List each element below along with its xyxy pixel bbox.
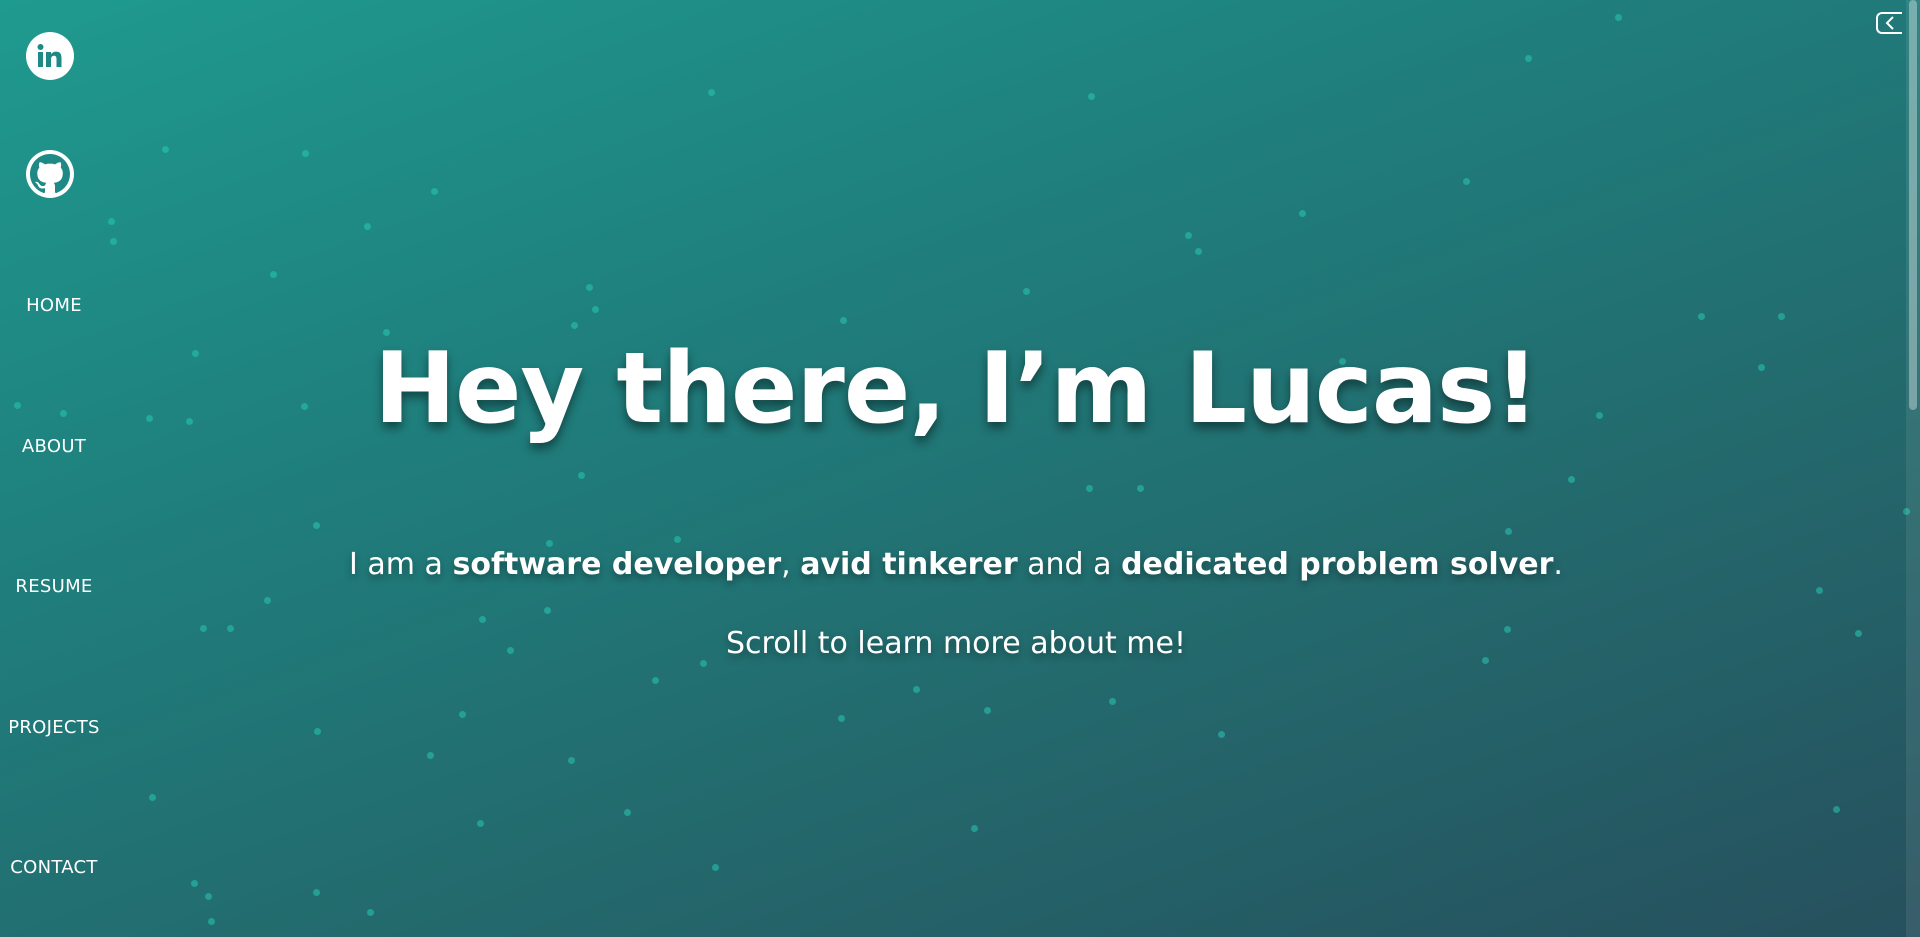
chevron-left-icon [1885, 16, 1894, 30]
particle-dot [1299, 210, 1306, 217]
particle-dot [1109, 698, 1116, 705]
particle-dot [1855, 630, 1862, 637]
nav-projects[interactable]: PROJECTS [0, 717, 108, 738]
hero-title: Hey there, I’m Lucas! [373, 332, 1539, 446]
github-icon [30, 154, 70, 194]
particle-dot [1218, 731, 1225, 738]
particle-dot [708, 89, 715, 96]
particle-dot [1185, 232, 1192, 239]
subtitle-prefix: I am a [349, 547, 453, 582]
particle-dot [477, 820, 484, 827]
sidebar: HOME ABOUT RESUME PROJECTS CONTACT [0, 0, 108, 937]
particle-dot [571, 322, 578, 329]
linkedin-icon [37, 44, 62, 67]
particle-dot [479, 616, 486, 623]
particle-dot [1086, 485, 1093, 492]
particle-dot [459, 711, 466, 718]
particle-dot [367, 909, 374, 916]
collapse-button[interactable] [1876, 12, 1902, 34]
particle-dot [264, 597, 271, 604]
role-problem-solver: dedicated problem solver [1121, 547, 1554, 582]
particle-dot [913, 686, 920, 693]
particle-dot [1833, 806, 1840, 813]
particle-dot [302, 150, 309, 157]
particle-dot [1615, 14, 1622, 21]
particle-dot [971, 825, 978, 832]
linkedin-link[interactable] [26, 32, 74, 80]
particle-dot [984, 707, 991, 714]
particle-dot [270, 271, 277, 278]
subtitle-suffix: . [1553, 547, 1563, 582]
subtitle-sep1: , [781, 547, 801, 582]
scrollbar-thumb[interactable] [1909, 0, 1917, 410]
particle-dot [624, 809, 631, 816]
particle-dot [191, 880, 198, 887]
scroll-hint: Scroll to learn more about me! [725, 626, 1186, 661]
particle-dot [314, 728, 321, 735]
page-scrollbar[interactable] [1906, 0, 1920, 937]
particle-dot [592, 306, 599, 313]
particle-dot [1698, 313, 1705, 320]
particle-dot [108, 218, 115, 225]
nav-home[interactable]: HOME [0, 295, 108, 316]
particle-dot [1463, 178, 1470, 185]
particle-dot [1195, 248, 1202, 255]
particle-dot [1525, 55, 1532, 62]
particle-dot [313, 889, 320, 896]
subtitle-sep2: and a [1017, 547, 1122, 582]
particle-dot [544, 607, 551, 614]
particle-dot [1505, 528, 1512, 535]
particle-dot [1023, 288, 1030, 295]
particle-dot [1088, 93, 1095, 100]
nav-contact[interactable]: CONTACT [0, 857, 108, 878]
particle-dot [1568, 476, 1575, 483]
particle-dot [578, 472, 585, 479]
particle-dot [1778, 313, 1785, 320]
role-software-developer: software developer [452, 547, 782, 582]
particle-dot [674, 536, 681, 543]
nav-about[interactable]: ABOUT [0, 436, 108, 457]
hero-subtitle: I am a software developer, avid tinkerer… [108, 545, 1804, 585]
particle-dot [568, 757, 575, 764]
particle-dot [208, 918, 215, 925]
role-avid-tinkerer: avid tinkerer [800, 547, 1018, 582]
particle-dot [1816, 587, 1823, 594]
nav-resume[interactable]: RESUME [0, 576, 108, 597]
particle-dot [712, 864, 719, 871]
particle-dot [586, 284, 593, 291]
particle-dot [1137, 485, 1144, 492]
particle-dot [162, 146, 169, 153]
particle-dot [364, 223, 371, 230]
particle-dot [110, 238, 117, 245]
particle-dot [205, 893, 212, 900]
github-link[interactable] [26, 150, 74, 198]
particle-dot [313, 522, 320, 529]
particle-dot [427, 752, 434, 759]
particle-dot [840, 317, 847, 324]
particle-dot [838, 715, 845, 722]
particle-background [0, 0, 1920, 937]
particle-dot [652, 677, 659, 684]
particle-dot [431, 188, 438, 195]
particle-dot [149, 794, 156, 801]
